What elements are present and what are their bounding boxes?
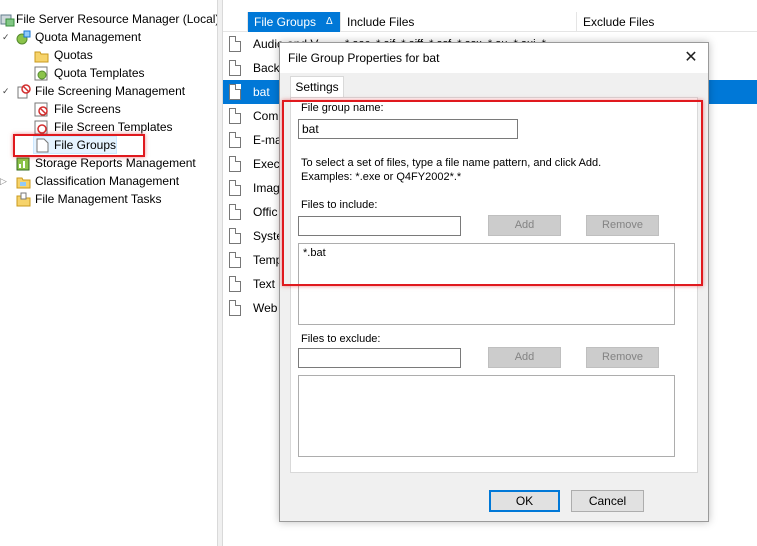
classification-icon [16, 177, 31, 189]
file-screen-icon [34, 102, 48, 117]
close-icon[interactable]: ✕ [680, 47, 702, 69]
tree-item-label: File Management Tasks [35, 192, 162, 206]
annotation-highlight-file-groups [13, 134, 145, 157]
list-header: File Groups Δ Include Files Exclude File… [223, 12, 757, 32]
tab-settings[interactable]: Settings [290, 76, 344, 98]
cancel-button[interactable]: Cancel [571, 490, 644, 512]
chevron-down-icon[interactable]: ✓ [2, 28, 12, 46]
document-icon [229, 132, 241, 148]
exclude-pattern-input[interactable] [298, 348, 461, 368]
list-item-label: E-ma [253, 133, 282, 147]
tree-item-label: Quotas [54, 48, 93, 62]
list-item-label: Web [253, 301, 278, 315]
document-icon [229, 228, 241, 244]
file-screen-template-icon [34, 120, 48, 135]
document-icon [229, 84, 241, 100]
document-icon [229, 276, 241, 292]
tree-item-label: Classification Management [35, 174, 180, 188]
file-screening-icon [17, 84, 31, 99]
list-item-label: bat [253, 85, 270, 99]
folder-icon [34, 51, 49, 63]
list-item-label: Text [253, 277, 276, 291]
column-header-label: Exclude Files [583, 15, 655, 29]
list-item-label: Exec [253, 157, 280, 171]
list-item-label: Temp [253, 253, 283, 267]
column-header-exclude-files[interactable]: Exclude Files [577, 12, 757, 32]
files-to-exclude-label: Files to exclude: [301, 333, 381, 345]
document-icon [229, 204, 241, 220]
list-item-label: Back [253, 61, 280, 75]
add-exclude-button[interactable]: Add [488, 347, 561, 368]
quota-management-icon [16, 30, 31, 45]
column-header-include-files[interactable]: Include Files [341, 12, 577, 32]
column-header-label: Include Files [347, 15, 415, 29]
chevron-right-icon[interactable]: ▷ [0, 172, 10, 190]
document-icon [229, 60, 241, 76]
list-item-label: Com [253, 109, 279, 123]
annotation-highlight-settings [282, 100, 703, 286]
file-management-tasks-icon [16, 192, 31, 207]
column-header-file-groups[interactable]: File Groups Δ [248, 12, 341, 32]
document-icon [229, 180, 241, 196]
list-item-label: Imag [253, 181, 280, 195]
quota-template-icon [34, 66, 48, 81]
document-icon [229, 156, 241, 172]
header-spacer [223, 12, 248, 32]
tree-item-label: Quota Templates [54, 66, 145, 80]
exclude-files-list[interactable] [298, 375, 675, 457]
remove-exclude-button[interactable]: Remove [586, 347, 659, 368]
tree-item-label: File Screening Management [35, 84, 186, 98]
dialog-titlebar[interactable]: File Group Properties for bat ✕ [280, 43, 708, 73]
column-header-label: File Groups [254, 15, 317, 29]
fsrm-server-icon [0, 14, 15, 27]
dialog-title: File Group Properties for bat [288, 51, 440, 65]
sort-ascending-icon: Δ [326, 16, 333, 27]
document-icon [229, 252, 241, 268]
navigation-tree: File Server Resource Manager (Local) ✓ Q… [0, 0, 219, 546]
document-icon [229, 36, 241, 52]
ok-button[interactable]: OK [489, 490, 560, 512]
document-icon [229, 108, 241, 124]
chevron-down-icon[interactable]: ✓ [2, 82, 12, 100]
tree-item-label: Quota Management [35, 30, 142, 44]
storage-reports-icon [16, 157, 30, 171]
list-item-label: Offic [253, 205, 278, 219]
tree-item-label: File Server Resource Manager (Local) [16, 12, 220, 26]
tree-item-label: File Screens [54, 102, 121, 116]
document-icon [229, 300, 241, 316]
